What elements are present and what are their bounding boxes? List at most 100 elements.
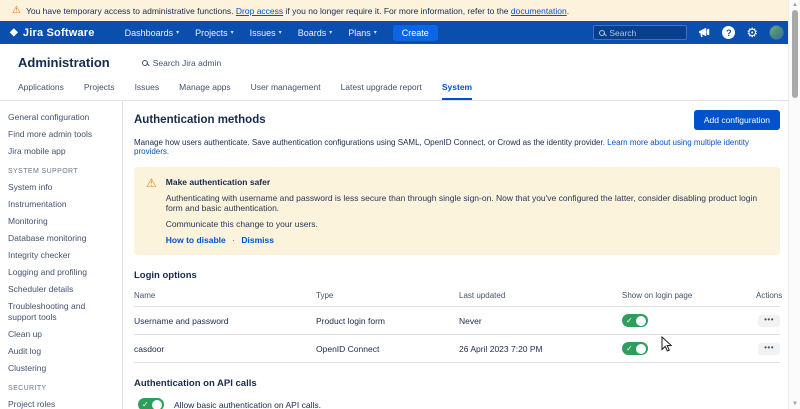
sidebar-item-scheduler-details[interactable]: Scheduler details [8, 284, 114, 295]
login-option-name: Username and password [134, 307, 316, 335]
banner-text-3: . [567, 6, 569, 16]
menu-projects[interactable]: Projects ▾ [195, 28, 234, 38]
warning-icon: ⚠ [146, 177, 157, 245]
navbar-menus: Dashboards ▾ Projects ▾ Issues ▾ Boards … [125, 28, 377, 38]
how-to-disable-link[interactable]: How to disable [166, 235, 226, 245]
create-button[interactable]: Create [393, 25, 438, 41]
global-search-placeholder: Search [609, 28, 636, 38]
main-content: Authentication methods Add configuration… [123, 101, 800, 409]
toggle-knob [152, 400, 162, 409]
temporary-access-banner: ⚠ You have temporary access to administr… [0, 0, 800, 21]
login-option-type: OpenID Connect [316, 335, 459, 363]
sidebar-item-find-more-admin-tools[interactable]: Find more admin tools [8, 129, 114, 140]
admin-header: Administration Search Jira admin [0, 44, 800, 78]
admin-tabs: Applications Projects Issues Manage apps… [0, 78, 800, 101]
sidebar-item-general-configuration[interactable]: General configuration [8, 112, 114, 123]
make-authentication-safer-warning: ⚠ Make authentication safer Authenticati… [134, 167, 780, 255]
scroll-down-arrow-icon[interactable]: ▼ [789, 400, 800, 408]
menu-plans[interactable]: Plans ▾ [348, 28, 377, 38]
sidebar-item-troubleshooting[interactable]: Troubleshooting and support tools [8, 301, 114, 323]
scrollbar-thumb[interactable] [792, 10, 798, 98]
menu-issues-label: Issues [250, 28, 276, 38]
row-actions-button[interactable]: ••• [758, 343, 780, 355]
jira-logo[interactable]: ◆ Jira Software [10, 27, 95, 39]
tab-manage-apps[interactable]: Manage apps [179, 78, 231, 100]
chevron-down-icon: ▾ [176, 29, 179, 36]
dismiss-link[interactable]: Dismiss [241, 235, 274, 245]
table-row: casdoor OpenID Connect 26 April 2023 7:2… [134, 335, 780, 363]
login-option-name: casdoor [134, 335, 316, 363]
search-icon [599, 30, 605, 36]
warning-line-1: Authenticating with username and passwor… [166, 193, 766, 213]
menu-projects-label: Projects [195, 28, 228, 38]
menu-dashboards-label: Dashboards [125, 28, 174, 38]
menu-boards-label: Boards [298, 28, 327, 38]
sidebar-section-security: SECURITY [8, 385, 114, 392]
table-row: Username and password Product login form… [134, 307, 780, 335]
sidebar-item-monitoring[interactable]: Monitoring [8, 216, 114, 227]
vertical-scrollbar[interactable]: ▲ ▼ [788, 0, 800, 409]
tab-system[interactable]: System [442, 78, 472, 100]
login-options-table: Name Type Last updated Show on login pag… [134, 285, 780, 363]
check-icon: ✓ [626, 345, 633, 353]
check-icon: ✓ [142, 401, 149, 409]
announcements-icon[interactable] [698, 27, 711, 38]
sidebar-item-project-roles[interactable]: Project roles [8, 399, 114, 409]
admin-search-input[interactable]: Search Jira admin [142, 58, 222, 68]
page-title: Administration [18, 55, 110, 70]
global-search-input[interactable]: Search [593, 25, 687, 40]
sidebar-item-database-monitoring[interactable]: Database monitoring [8, 233, 114, 244]
scroll-up-arrow-icon[interactable]: ▲ [789, 1, 800, 9]
sidebar: General configuration Find more admin to… [0, 101, 123, 409]
column-header-actions: Actions [756, 285, 780, 307]
menu-boards[interactable]: Boards ▾ [298, 28, 333, 38]
banner-text: You have temporary access to administrat… [26, 6, 569, 16]
table-header-row: Name Type Last updated Show on login pag… [134, 285, 780, 307]
jira-logo-text: Jira Software [23, 27, 95, 39]
jira-diamond-icon: ◆ [10, 28, 18, 38]
tab-issues[interactable]: Issues [135, 78, 160, 100]
login-option-type: Product login form [316, 307, 459, 335]
tab-projects[interactable]: Projects [84, 78, 115, 100]
menu-dashboards[interactable]: Dashboards ▾ [125, 28, 180, 38]
login-option-last-updated: Never [459, 307, 622, 335]
column-header-last-updated: Last updated [459, 285, 622, 307]
allow-basic-auth-toggle[interactable]: ✓ [138, 398, 164, 409]
api-auth-title: Authentication on API calls [134, 378, 780, 389]
help-icon[interactable]: ? [722, 26, 735, 39]
sidebar-section-system-support: SYSTEM SUPPORT [8, 168, 114, 175]
tab-latest-upgrade-report[interactable]: Latest upgrade report [341, 78, 422, 100]
tab-user-management[interactable]: User management [251, 78, 321, 100]
gear-icon[interactable]: ⚙ [746, 26, 758, 39]
api-auth-text: Allow basic authentication on API calls.… [174, 398, 599, 409]
sidebar-item-jira-mobile-app[interactable]: Jira mobile app [8, 146, 114, 157]
sidebar-item-clustering[interactable]: Clustering [8, 363, 114, 374]
sidebar-item-clean-up[interactable]: Clean up [8, 329, 114, 340]
drop-access-link[interactable]: Drop access [236, 6, 283, 16]
row-actions-button[interactable]: ••• [758, 315, 780, 327]
tab-applications[interactable]: Applications [18, 78, 64, 100]
login-option-last-updated: 26 April 2023 7:20 PM [459, 335, 622, 363]
warning-icon: ⚠ [12, 6, 21, 16]
search-icon [142, 60, 148, 66]
body-wrap: General configuration Find more admin to… [0, 101, 800, 409]
sidebar-item-integrity-checker[interactable]: Integrity checker [8, 250, 114, 261]
login-options-title: Login options [134, 270, 780, 281]
documentation-link[interactable]: documentation [511, 6, 567, 16]
sidebar-item-logging-and-profiling[interactable]: Logging and profiling [8, 267, 114, 278]
sidebar-item-instrumentation[interactable]: Instrumentation [8, 199, 114, 210]
add-configuration-button[interactable]: Add configuration [694, 110, 780, 130]
user-avatar[interactable] [769, 25, 784, 40]
show-on-login-toggle[interactable]: ✓ [622, 314, 648, 327]
menu-issues[interactable]: Issues ▾ [250, 28, 282, 38]
column-header-name: Name [134, 285, 316, 307]
toggle-knob [636, 344, 646, 354]
app-navbar: ◆ Jira Software Dashboards ▾ Projects ▾ … [0, 21, 800, 44]
check-icon: ✓ [626, 317, 633, 325]
column-header-type: Type [316, 285, 459, 307]
sidebar-item-audit-log[interactable]: Audit log [8, 346, 114, 357]
banner-text-2: if you no longer require it. For more in… [286, 6, 509, 16]
admin-search-placeholder: Search Jira admin [153, 58, 222, 68]
show-on-login-toggle[interactable]: ✓ [622, 342, 648, 355]
sidebar-item-system-info[interactable]: System info [8, 182, 114, 193]
